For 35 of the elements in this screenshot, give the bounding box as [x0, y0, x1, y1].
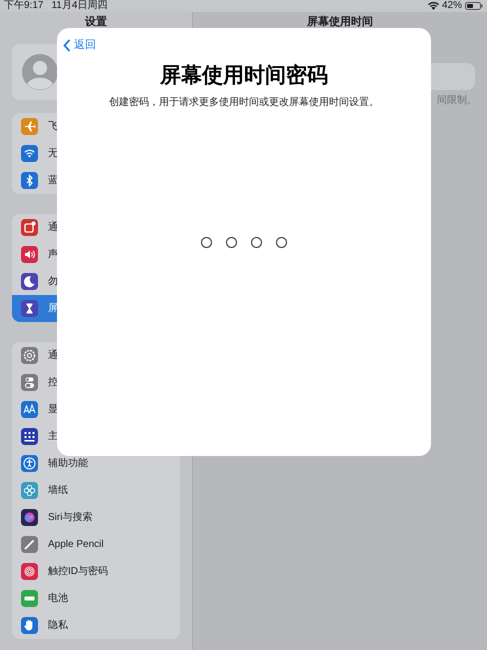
- item-label: 墙纸: [48, 484, 68, 498]
- item-label: 通: [48, 220, 58, 235]
- detail-title: 屏幕使用时间: [307, 14, 373, 30]
- item-label: 主: [48, 430, 58, 444]
- item-label: 勿: [48, 275, 58, 289]
- item-label: 通: [48, 348, 58, 363]
- sidebar-item[interactable]: 电池: [12, 585, 180, 612]
- battery-percentage: 42%: [442, 1, 462, 11]
- back-button[interactable]: 返回: [63, 37, 96, 54]
- item-label: 隐私: [48, 619, 68, 633]
- wifi-icon: [428, 2, 439, 10]
- sidebar-item[interactable]: Apple Pencil: [12, 531, 180, 558]
- item-label: 屏: [48, 302, 58, 316]
- sidebar-item[interactable]: 隐私: [12, 612, 180, 639]
- item-label: 声: [48, 248, 58, 262]
- avatar-icon: [22, 54, 58, 90]
- footnote-text: 间限制。: [437, 94, 477, 108]
- sheet-title: 屏幕使用时间密码: [160, 62, 328, 88]
- item-label: Siri与搜索: [48, 510, 92, 525]
- item-label: 显: [48, 403, 58, 417]
- battery-icon: [465, 2, 483, 10]
- sidebar-item[interactable]: 触控ID与密码: [12, 558, 180, 585]
- item-label: 辅助功能: [48, 456, 88, 471]
- item-label: 控: [48, 376, 58, 390]
- status-time: 下午9:17: [4, 1, 44, 11]
- item-label: 触控ID与密码: [48, 564, 108, 579]
- sheet-description: 创建密码，用于请求更多使用时间或更改屏幕使用时间设置。: [109, 96, 379, 110]
- sidebar-title: 设置: [85, 14, 107, 30]
- item-label: Apple Pencil: [48, 538, 104, 552]
- item-label: 蓝: [48, 174, 58, 188]
- sidebar-item[interactable]: 墙纸: [12, 477, 180, 504]
- sidebar-item[interactable]: Siri与搜索: [12, 504, 180, 531]
- back-chevron-icon: [63, 38, 71, 52]
- status-date: 11月4日周四: [51, 1, 108, 11]
- item-label: 电池: [48, 592, 68, 606]
